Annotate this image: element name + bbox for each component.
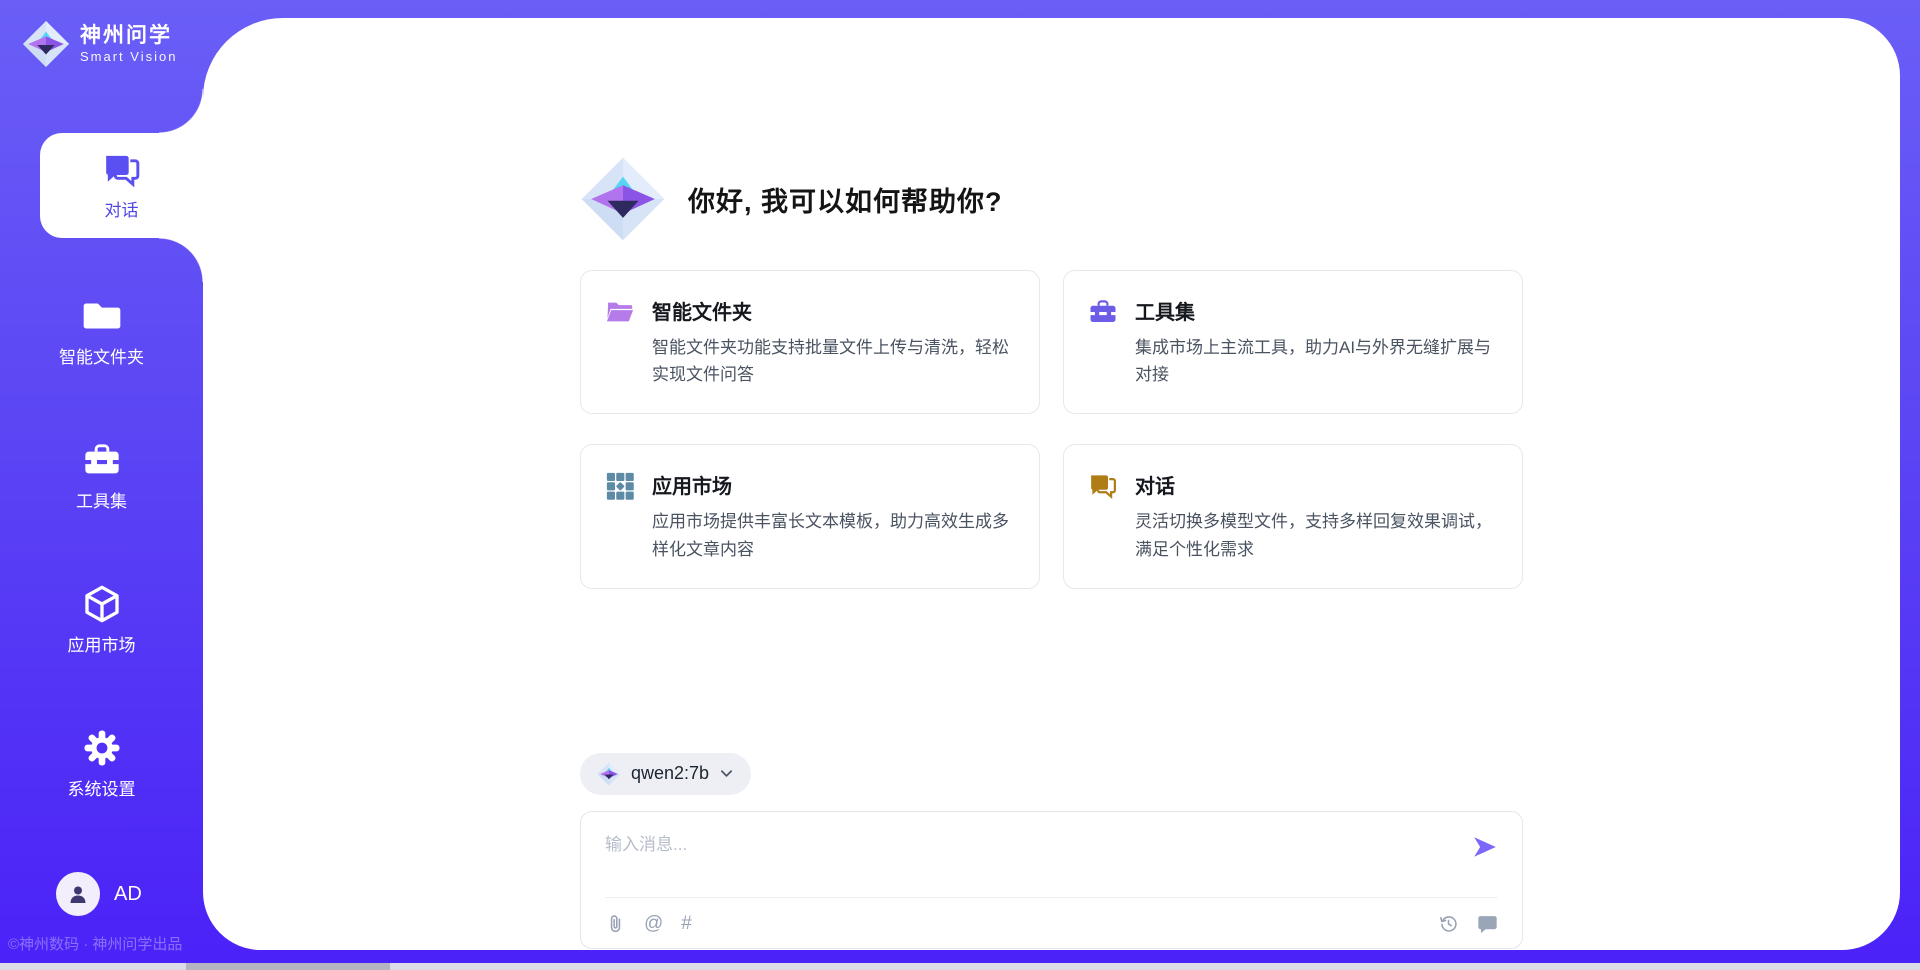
user-profile[interactable]: AD — [56, 872, 142, 916]
greeting-title: 你好, 我可以如何帮助你? — [688, 180, 1003, 219]
user-initials: AD — [114, 883, 142, 906]
attachment-icon[interactable] — [605, 913, 626, 934]
scrollbar-thumb[interactable] — [186, 963, 390, 970]
card-description: 应用市场提供丰富长文本模板，助力高效生成多样化文章内容 — [652, 508, 1015, 562]
sidebar-item-label: 对话 — [105, 196, 139, 221]
card-title: 对话 — [1135, 470, 1498, 499]
sidebar: 神州问学 Smart Vision 对话 智能文件夹 工具集 应用市场 系统设置… — [0, 0, 203, 970]
card-description: 灵活切换多模型文件，支持多样回复效果调试，满足个性化需求 — [1135, 508, 1498, 562]
cube-icon — [82, 584, 122, 624]
hash-icon[interactable]: # — [681, 914, 692, 933]
diamond-logo-icon — [597, 762, 621, 786]
brand-subtitle: Smart Vision — [80, 49, 177, 64]
send-button[interactable] — [1472, 834, 1498, 860]
horizontal-scrollbar[interactable] — [0, 963, 1920, 970]
active-tab-bottom-fillet — [159, 238, 203, 282]
sidebar-item-label: 智能文件夹 — [59, 343, 144, 368]
brand-name: 神州问学 — [80, 24, 177, 48]
message-icon[interactable] — [1477, 913, 1498, 934]
sidebar-item-system-settings[interactable]: 系统设置 — [0, 728, 203, 800]
brand-diamond-logo-icon — [22, 20, 70, 68]
toolbox-icon — [82, 440, 122, 480]
card-description: 智能文件夹功能支持批量文件上传与清洗，轻松实现文件问答 — [652, 334, 1015, 388]
sidebar-item-app-market[interactable]: 应用市场 — [0, 584, 203, 656]
model-selector[interactable]: qwen2:7b — [580, 753, 751, 795]
brand: 神州问学 Smart Vision — [22, 20, 177, 68]
active-tab-top-fillet — [159, 89, 203, 133]
sidebar-item-smart-folders[interactable]: 智能文件夹 — [0, 296, 203, 368]
mention-icon[interactable]: @ — [644, 914, 663, 933]
chat-icon — [1088, 471, 1118, 501]
chat-icon — [102, 150, 142, 190]
main-panel: 你好, 我可以如何帮助你? 智能文件夹 智能文件夹功能支持批量文件上传与清洗，轻… — [203, 18, 1900, 950]
person-icon — [66, 882, 90, 906]
sidebar-item-chat[interactable]: 对话 — [40, 133, 203, 238]
card-title: 应用市场 — [652, 470, 1015, 499]
composer-left-tools: @ # — [605, 913, 692, 934]
composer-right-tools — [1438, 913, 1498, 934]
feature-cards: 智能文件夹 智能文件夹功能支持批量文件上传与清洗，轻松实现文件问答 工具集 集成… — [580, 270, 1523, 589]
card-chat[interactable]: 对话 灵活切换多模型文件，支持多样回复效果调试，满足个性化需求 — [1063, 444, 1523, 588]
sidebar-item-toolset[interactable]: 工具集 — [0, 440, 203, 512]
card-title: 智能文件夹 — [652, 296, 1015, 325]
message-input[interactable] — [605, 830, 1438, 897]
greeting-row: 你好, 我可以如何帮助你? — [580, 156, 1523, 242]
grid-icon — [605, 471, 635, 501]
model-name: qwen2:7b — [631, 763, 709, 784]
sidebar-item-label: 应用市场 — [68, 631, 136, 656]
sidebar-item-label: 系统设置 — [68, 775, 136, 800]
toolbox-icon — [1088, 297, 1118, 327]
history-icon[interactable] — [1438, 913, 1459, 934]
folder-icon — [82, 296, 122, 336]
sidebar-item-label: 工具集 — [76, 487, 127, 512]
avatar — [56, 872, 100, 916]
send-icon — [1472, 834, 1498, 860]
card-toolset[interactable]: 工具集 集成市场上主流工具，助力AI与外界无缝扩展与对接 — [1063, 270, 1523, 414]
card-title: 工具集 — [1135, 296, 1498, 325]
card-smart-folders[interactable]: 智能文件夹 智能文件夹功能支持批量文件上传与清洗，轻松实现文件问答 — [580, 270, 1040, 414]
message-composer: @ # — [580, 811, 1523, 949]
copyright-text: ©神州数码 · 神州问学出品 — [8, 933, 182, 954]
chevron-down-icon — [719, 766, 734, 781]
diamond-logo-icon — [580, 156, 666, 242]
folder-open-icon — [605, 297, 635, 327]
card-description: 集成市场上主流工具，助力AI与外界无缝扩展与对接 — [1135, 334, 1498, 388]
gear-icon — [82, 728, 122, 768]
card-app-market[interactable]: 应用市场 应用市场提供丰富长文本模板，助力高效生成多样化文章内容 — [580, 444, 1040, 588]
